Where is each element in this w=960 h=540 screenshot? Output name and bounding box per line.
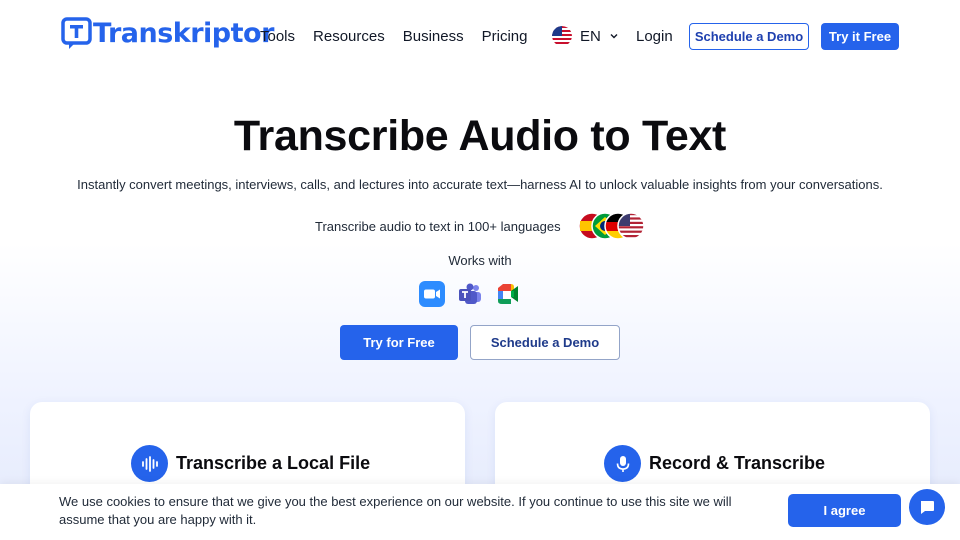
waveform-icon [131,445,168,482]
record-card-header: Record & Transcribe [604,445,825,482]
chat-button[interactable] [909,489,945,525]
nav-link-business[interactable]: Business [403,28,464,45]
hero-subtitle: Instantly convert meetings, interviews, … [77,177,883,192]
meet-icon [498,284,518,304]
local-file-card-header: Transcribe a Local File [131,445,370,482]
try-free-button[interactable]: Try it Free [821,23,899,50]
top-nav: Transkriptor Tools Resources Business Pr… [0,0,960,74]
record-title: Record & Transcribe [649,453,826,473]
chat-icon [921,501,934,514]
hero-title: Transcribe Audio to Text [233,112,727,160]
us-flag-icon [552,26,572,46]
cookie-banner: We use cookies to ensure that we give yo… [0,484,960,540]
integrations-row [419,281,521,307]
language-flags [577,212,648,240]
agree-button[interactable]: I agree [788,494,901,527]
schedule-demo-button[interactable]: Schedule a Demo [689,23,809,50]
chevron-down-icon [610,34,618,39]
local-file-title: Transcribe a Local File [176,453,371,473]
nav-link-pricing[interactable]: Pricing [482,28,528,45]
language-label: EN [580,27,601,45]
us-flag-icon [616,212,645,240]
schedule-demo-hero-button[interactable]: Schedule a Demo [470,325,620,360]
nav-link-resources[interactable]: Resources [313,28,385,45]
microphone-icon [604,445,641,482]
language-selector[interactable]: EN [552,26,619,46]
nav-links: Tools Resources Business Pricing [260,28,545,45]
nav-link-tools[interactable]: Tools [260,28,295,45]
zoom-icon [419,281,445,307]
languages-text: Transcribe audio to text in 100+ languag… [315,218,561,234]
try-for-free-button[interactable]: Try for Free [340,325,458,360]
logo-text: Transkriptor [93,18,274,49]
logo[interactable]: Transkriptor [61,17,274,50]
languages-row: Transcribe audio to text in 100+ languag… [315,212,648,240]
login-link[interactable]: Login [636,28,673,45]
works-with-label: Works with [448,253,512,268]
teams-icon [459,283,481,304]
logo-icon [61,17,92,49]
cookie-text: We use cookies to ensure that we give yo… [59,494,732,527]
